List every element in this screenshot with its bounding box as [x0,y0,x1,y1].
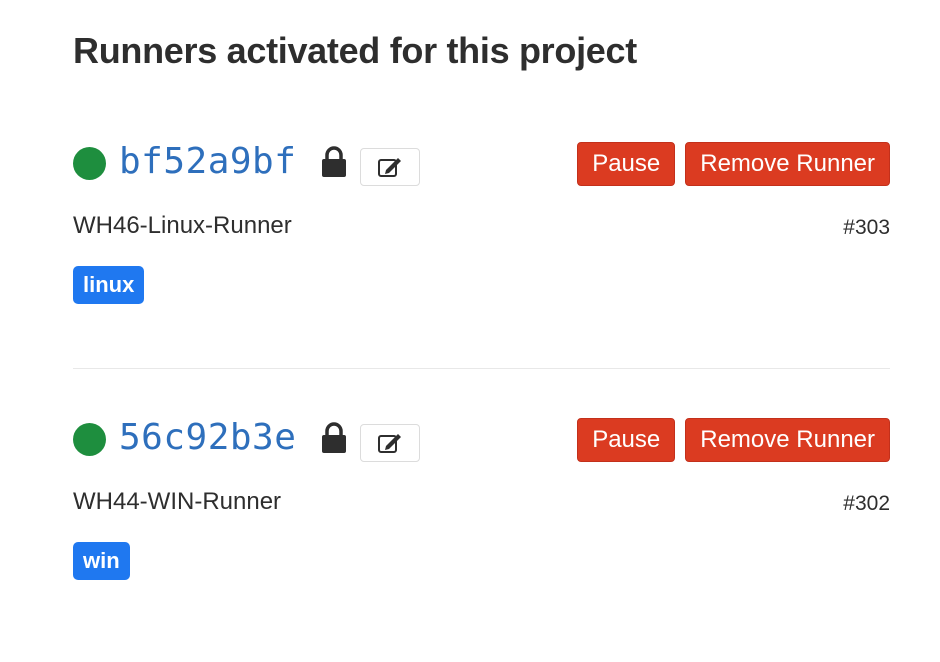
runner-actions: Pause Remove Runner [577,142,890,186]
runner-token-link[interactable]: bf52a9bf [119,140,296,184]
runner-details: WH46-Linux-Runner #303 [73,212,890,252]
runner-item: 56c92b3e Pause Remove Runner WH44-WIN-Ru… [73,416,890,582]
edit-runner-button[interactable] [360,148,420,186]
runner-header: bf52a9bf Pause Remove Runner [73,140,890,186]
runner-description: WH46-Linux-Runner [73,212,292,239]
runner-tags: win [73,542,890,582]
runner-id: #303 [843,216,890,239]
runner-tag: win [73,542,130,580]
runner-tag: linux [73,266,145,304]
runner-id: #302 [843,492,890,515]
status-online-icon [73,147,106,180]
edit-runner-button[interactable] [360,424,420,462]
runner-token-link[interactable]: 56c92b3e [119,416,296,460]
runner-header: 56c92b3e Pause Remove Runner [73,416,890,462]
lock-icon [322,422,346,453]
pause-button[interactable]: Pause [577,142,676,186]
runner-description: WH44-WIN-Runner [73,488,282,515]
runner-actions: Pause Remove Runner [577,418,890,462]
runner-item: bf52a9bf Pause Remove Runner WH46-Linux-… [73,140,890,306]
remove-runner-button[interactable]: Remove Runner [685,142,890,186]
status-online-icon [73,423,106,456]
runners-page: Runners activated for this project bf52a… [0,0,940,662]
lock-icon [322,146,346,177]
runner-tags: linux [73,266,890,306]
edit-icon [378,434,401,453]
edit-icon [378,158,401,177]
runner-divider [73,368,890,369]
pause-button[interactable]: Pause [577,418,676,462]
runner-details: WH44-WIN-Runner #302 [73,488,890,528]
page-title: Runners activated for this project [73,30,637,71]
remove-runner-button[interactable]: Remove Runner [685,418,890,462]
